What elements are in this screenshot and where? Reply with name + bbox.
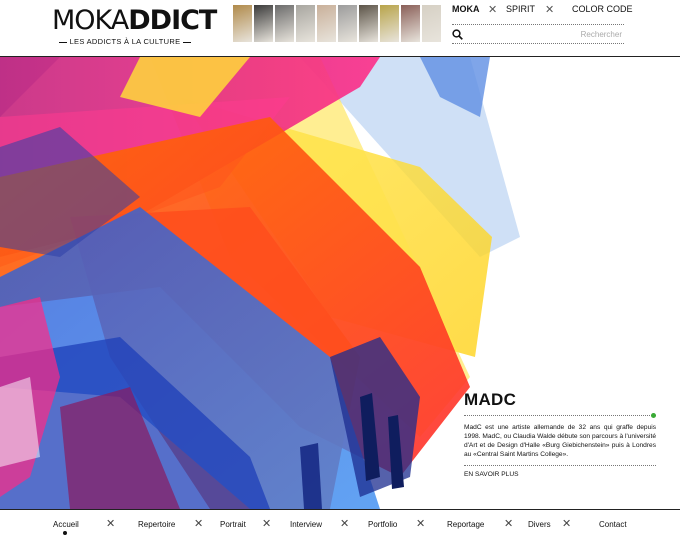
thumb-dark-portrait[interactable] [254, 5, 273, 42]
top-nav-spirit[interactable]: SPIRIT [506, 4, 535, 14]
separator-x-icon: ✕ [106, 518, 116, 530]
logo-wordmark: MOKADDICT [52, 5, 217, 36]
feature-divider-bottom [464, 465, 656, 466]
search-bar [452, 28, 624, 42]
site-logo[interactable]: MOKADDICT LES ADDICTS À LA CULTURE [52, 6, 217, 47]
separator-x-icon: ✕ [545, 4, 555, 16]
separator-x-icon: ✕ [416, 518, 426, 530]
thumb-art[interactable] [380, 5, 399, 42]
search-input[interactable] [468, 28, 622, 41]
thumbnail-strip [233, 5, 441, 42]
nav-item-accueil[interactable]: Accueil [53, 520, 79, 529]
hero-artwork[interactable]: MADC MadC est une artiste allemande de 3… [0, 57, 680, 509]
separator-x-icon: ✕ [194, 518, 204, 530]
site-header: MOKADDICT LES ADDICTS À LA CULTURE MOKA … [0, 0, 680, 57]
thumb-painting[interactable] [233, 5, 252, 42]
top-nav-color-code[interactable]: COLOR CODE [572, 4, 633, 14]
nav-item-portfolio[interactable]: Portfolio [368, 520, 397, 529]
thumb-portrait[interactable] [317, 5, 336, 42]
top-nav-moka[interactable]: MOKA [452, 4, 480, 14]
separator-x-icon: ✕ [504, 518, 514, 530]
thumb-poster[interactable] [401, 5, 420, 42]
thumb-figure[interactable] [422, 5, 441, 42]
separator-x-icon: ✕ [340, 518, 350, 530]
feature-panel: MADC MadC est une artiste allemande de 3… [464, 390, 656, 478]
nav-divider [452, 24, 624, 25]
feature-title: MADC [464, 390, 517, 409]
thumb-gray[interactable] [338, 5, 357, 42]
separator-x-icon: ✕ [488, 4, 498, 16]
nav-item-contact[interactable]: Contact [599, 520, 627, 529]
search-icon[interactable] [452, 29, 463, 40]
nav-item-interview[interactable]: Interview [290, 520, 322, 529]
nav-item-reportage[interactable]: Reportage [447, 520, 484, 529]
nav-item-divers[interactable]: Divers [528, 520, 551, 529]
nav-item-repertoire[interactable]: Repertoire [138, 520, 175, 529]
search-divider [452, 43, 624, 44]
thumb-figures[interactable] [296, 5, 315, 42]
active-indicator [63, 531, 67, 535]
feature-description: MadC est une artiste allemande de 32 ans… [464, 424, 656, 458]
bottom-nav: Accueil ✕ Repertoire ✕ Portrait ✕ Interv… [0, 509, 680, 541]
status-dot [651, 413, 656, 418]
separator-x-icon: ✕ [262, 518, 272, 530]
thumb-black-white[interactable] [275, 5, 294, 42]
separator-x-icon: ✕ [562, 518, 572, 530]
top-nav: MOKA ✕ SPIRIT ✕ COLOR CODE [452, 4, 633, 20]
logo-tagline: LES ADDICTS À LA CULTURE [52, 37, 198, 46]
read-more-link[interactable]: EN SAVOIR PLUS [464, 471, 656, 478]
thumb-person[interactable] [359, 5, 378, 42]
nav-item-portrait[interactable]: Portrait [220, 520, 246, 529]
feature-divider [464, 413, 656, 418]
